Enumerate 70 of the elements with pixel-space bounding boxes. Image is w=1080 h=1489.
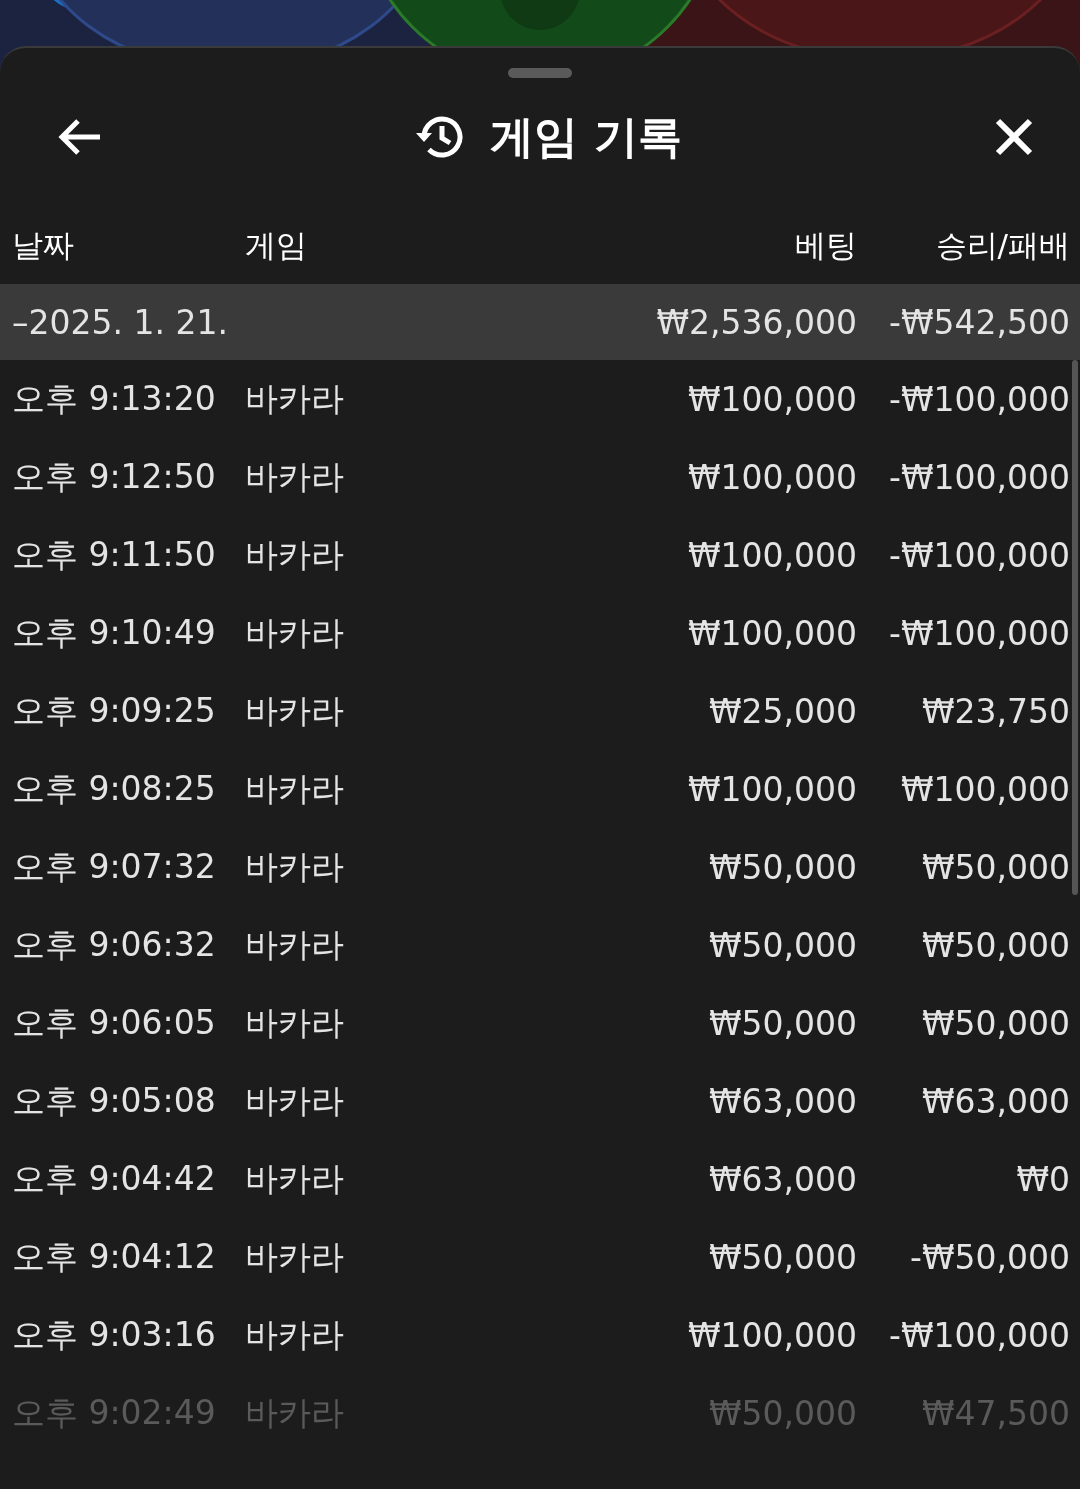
time-cell-text: 오후 9:10:49 (12, 611, 216, 654)
game-cell-text: 바카라 (245, 1079, 344, 1122)
bet-cell: ₩50,000 (708, 1393, 857, 1433)
bet-cell: ₩100,000 (687, 535, 857, 575)
group-date: –2025. 1. 21. (12, 302, 228, 342)
time-cell-text: 오후 9:11:50 (12, 533, 216, 576)
bet-cell: ₩25,000 (708, 691, 857, 731)
group-result-total: -₩542,500 (889, 302, 1070, 342)
column-header: 베팅 (795, 226, 857, 265)
date-group-row[interactable]: –2025. 1. 21. ₩2,536,000 -₩542,500 (0, 284, 1080, 360)
bet-cell: ₩100,000 (687, 613, 857, 653)
time-cell-text: 오후 9:09:25 (12, 689, 216, 732)
column-header: 게임 (245, 226, 307, 265)
close-icon (994, 117, 1034, 157)
bet-cell: ₩100,000 (687, 1315, 857, 1355)
result-cell: -₩100,000 (889, 1315, 1070, 1355)
result-cell: ₩63,000 (921, 1081, 1070, 1121)
time-cell-text: 오후 9:12:50 (12, 455, 216, 498)
game-cell-text: 바카라 (245, 1001, 344, 1044)
result-cell: ₩50,000 (921, 925, 1070, 965)
bet-cell: ₩63,000 (708, 1081, 857, 1121)
game-cell-text: 바카라 (245, 1391, 344, 1434)
bet-cell: ₩50,000 (708, 847, 857, 887)
result-cell: -₩50,000 (910, 1237, 1070, 1277)
result-cell: -₩100,000 (889, 535, 1070, 575)
bet-cell: ₩63,000 (708, 1159, 857, 1199)
time-cell-text: 오후 9:07:32 (12, 845, 216, 888)
bet-cell: ₩50,000 (708, 1237, 857, 1277)
bet-cell: ₩50,000 (708, 925, 857, 965)
result-cell: ₩100,000 (900, 769, 1070, 809)
game-cell-text: 바카라 (245, 611, 344, 654)
time-cell-text: 오후 9:02:49 (12, 1391, 216, 1434)
scrollbar[interactable] (1072, 360, 1078, 895)
sheet-title: 게임 기록 (490, 109, 682, 164)
bet-cell: ₩100,000 (687, 379, 857, 419)
column-header: 승리/패배 (935, 226, 1070, 265)
group-bet-total: ₩2,536,000 (656, 302, 857, 342)
result-cell: ₩50,000 (921, 847, 1070, 887)
history-icon (414, 114, 465, 160)
time-cell-text: 오후 9:05:08 (12, 1079, 216, 1122)
game-cell-text: 바카라 (245, 845, 344, 888)
time-cell-text: 오후 9:03:16 (12, 1313, 216, 1356)
result-cell: -₩100,000 (889, 613, 1070, 653)
time-cell-text: 오후 9:06:05 (12, 1001, 216, 1044)
game-cell-text: 바카라 (245, 377, 344, 420)
time-cell-text: 오후 9:13:20 (12, 377, 216, 420)
result-cell: ₩23,750 (921, 691, 1070, 731)
time-cell-text: 오후 9:04:42 (12, 1157, 216, 1200)
bet-cell: ₩100,000 (687, 457, 857, 497)
result-cell: -₩100,000 (889, 379, 1070, 419)
game-cell-text: 바카라 (245, 1313, 344, 1356)
game-cell-text: 바카라 (245, 533, 344, 576)
back-arrow-icon (56, 117, 102, 157)
result-cell: ₩47,500 (921, 1393, 1070, 1433)
result-cell: -₩100,000 (889, 457, 1070, 497)
bet-cell: ₩50,000 (708, 1003, 857, 1043)
game-cell-text: 바카라 (245, 689, 344, 732)
game-cell-text: 바카라 (245, 455, 344, 498)
drag-handle[interactable] (508, 68, 572, 78)
bet-cell: ₩100,000 (687, 769, 857, 809)
game-cell-text: 바카라 (245, 1157, 344, 1200)
time-cell-text: 오후 9:04:12 (12, 1235, 216, 1278)
result-cell: ₩50,000 (921, 1003, 1070, 1043)
game-cell-text: 바카라 (245, 923, 344, 966)
result-cell: ₩0 (1016, 1159, 1070, 1199)
column-header: 날짜 (12, 226, 74, 265)
time-cell-text: 오후 9:06:32 (12, 923, 216, 966)
game-cell-text: 바카라 (245, 767, 344, 810)
time-cell-text: 오후 9:08:25 (12, 767, 216, 810)
game-cell-text: 바카라 (245, 1235, 344, 1278)
